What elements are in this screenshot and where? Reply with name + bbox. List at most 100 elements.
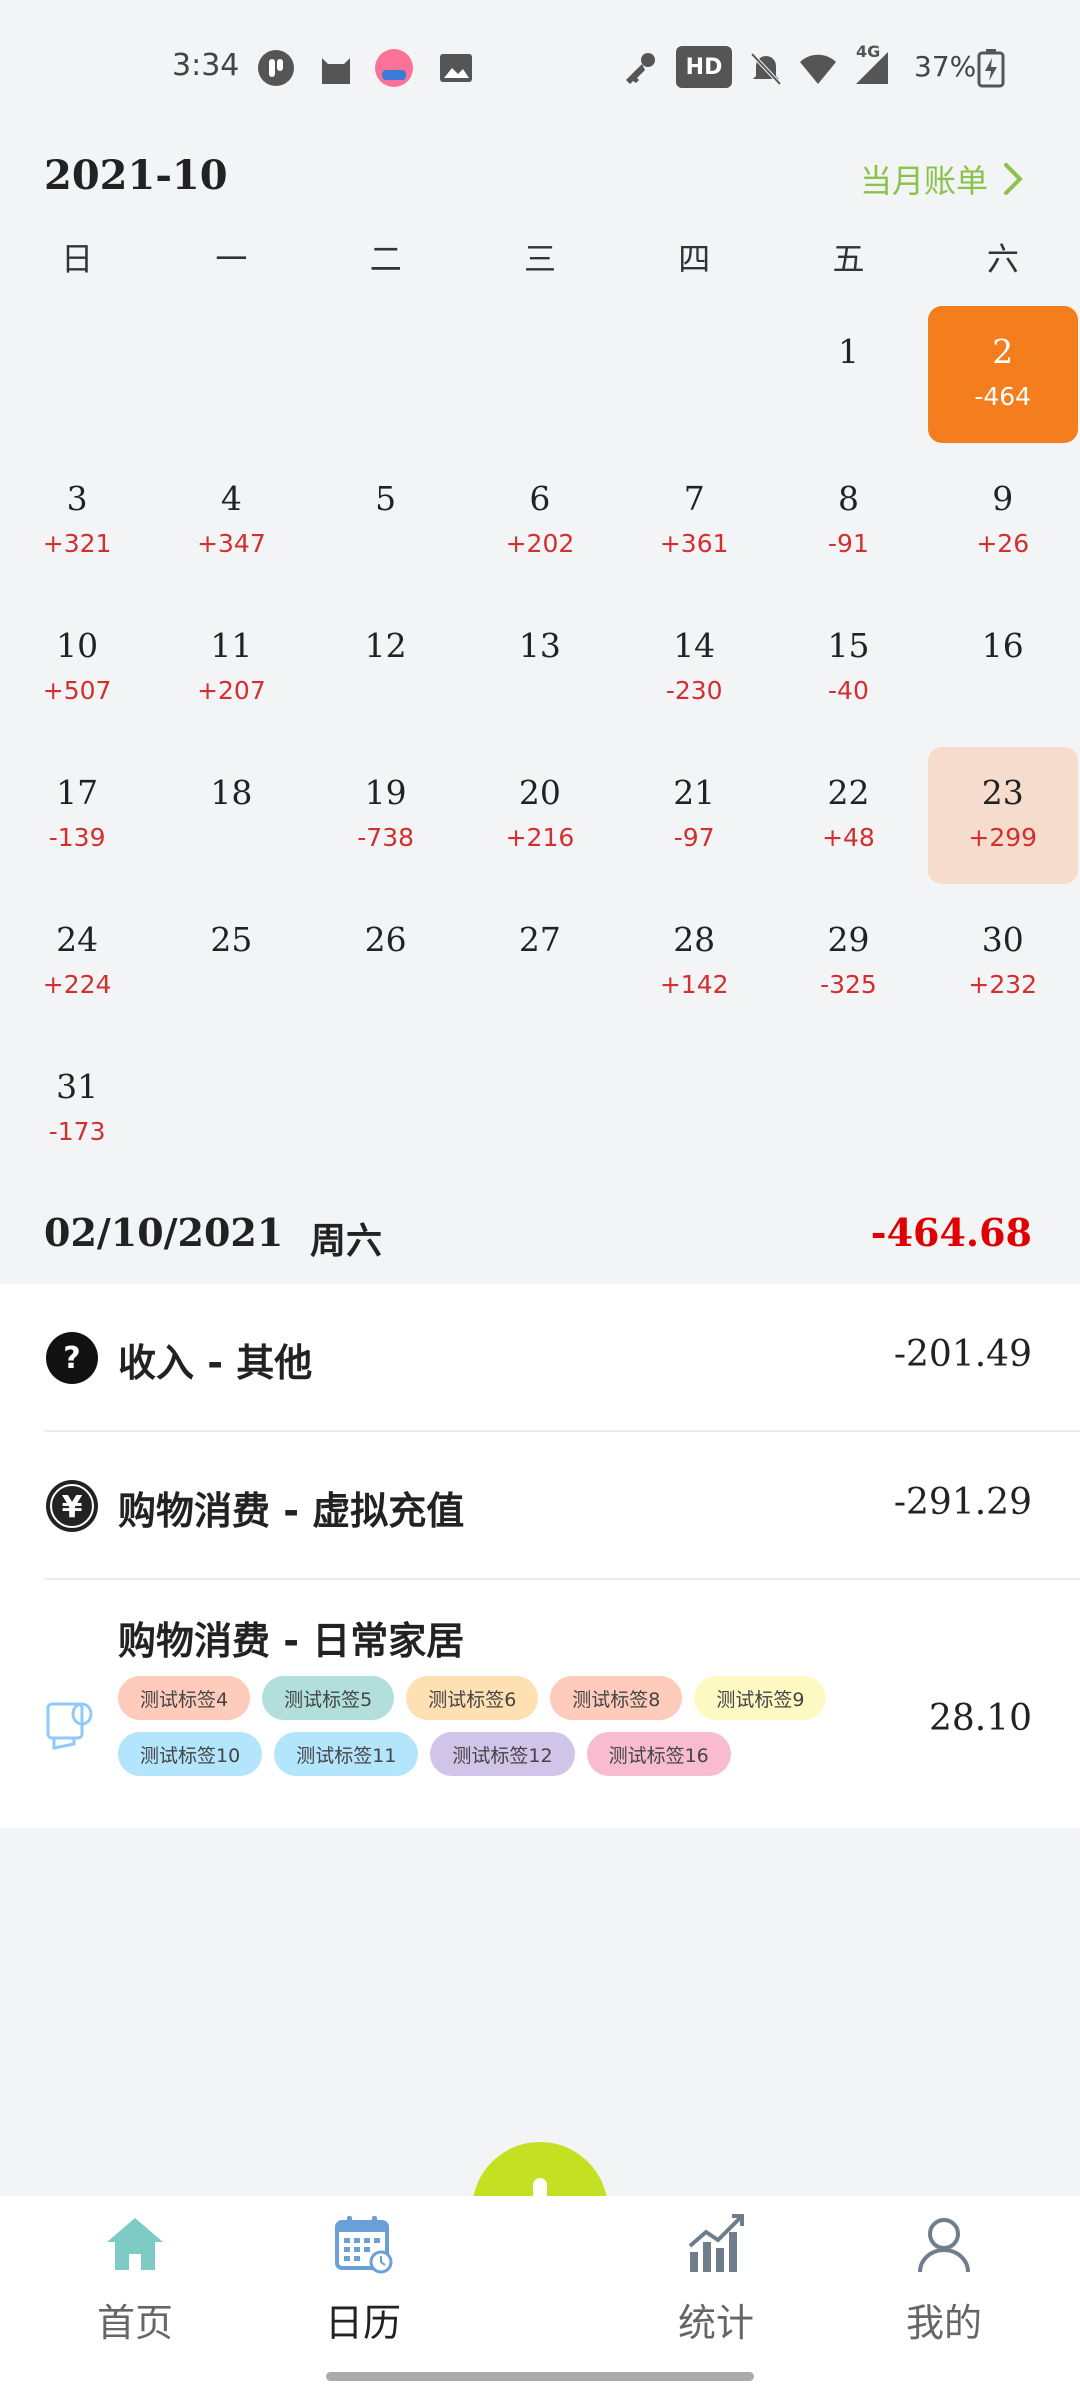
tag-chip: 测试标签12 xyxy=(430,1732,575,1776)
calendar-day[interactable]: 11 +207 xyxy=(156,600,306,737)
tag-chip: 测试标签11 xyxy=(274,1732,419,1776)
calendar-day[interactable]: 6 +202 xyxy=(465,453,615,590)
calendar-day[interactable]: 17 -139 xyxy=(2,747,152,884)
day-amount: -139 xyxy=(48,823,106,852)
calendar-day[interactable]: 21 -97 xyxy=(619,747,769,884)
day-number: 13 xyxy=(518,626,561,665)
selected-day-total: -464.68 xyxy=(870,1210,1032,1255)
calendar-day[interactable]: 8 -91 xyxy=(773,453,923,590)
transaction-row[interactable]: ¥ 购物消费 - 虚拟充值 -291.29 xyxy=(0,1432,1080,1580)
nav-calendar[interactable]: 日历 xyxy=(283,2212,443,2347)
calendar-day[interactable]: 23 +299 xyxy=(927,747,1078,884)
day-amount: +142 xyxy=(659,970,729,999)
mute-bell-icon xyxy=(750,52,782,86)
calendar-day[interactable]: 14 -230 xyxy=(619,600,769,737)
calendar-day[interactable]: 12 xyxy=(311,600,461,737)
day-amount: +507 xyxy=(42,676,112,705)
svg-text:?: ? xyxy=(63,1341,80,1376)
day-amount: +202 xyxy=(505,529,575,558)
day-amount xyxy=(465,676,615,706)
day-amount: -464 xyxy=(974,382,1032,411)
calendar-day[interactable]: 10 +507 xyxy=(2,600,152,737)
calendar-day[interactable]: 9 +26 xyxy=(928,453,1078,590)
calendar-day[interactable]: 27 xyxy=(465,894,615,1031)
calendar-day[interactable]: 7 +361 xyxy=(619,453,769,590)
monthly-bill-link[interactable]: 当月账单 xyxy=(860,156,1024,202)
transaction-row[interactable]: ? 收入 - 其他 -201.49 xyxy=(0,1284,1080,1432)
calendar-day[interactable]: 26 xyxy=(311,894,461,1031)
day-number: 11 xyxy=(210,626,253,665)
day-amount: -91 xyxy=(828,529,869,558)
transaction-row[interactable]: 购物消费 - 日常家居 28.10 测试标签4 测试标签5 测试标签6 测试标签8 测试… xyxy=(0,1580,1080,1828)
weekday-thu: 四 xyxy=(678,240,711,278)
nav-home[interactable]: 首页 xyxy=(55,2212,215,2347)
home-indicator[interactable] xyxy=(326,2372,754,2381)
transaction-title: 购物消费 - 日常家居 xyxy=(118,1619,465,1663)
calendar-day[interactable]: 24 +224 xyxy=(2,894,152,1031)
day-number: 12 xyxy=(364,626,407,665)
nav-mine[interactable]: 我的 xyxy=(864,2212,1024,2347)
weekday-sun: 日 xyxy=(61,240,94,278)
tag-chip: 测试标签9 xyxy=(694,1676,827,1720)
day-number: 17 xyxy=(56,773,99,812)
chevron-right-icon xyxy=(1004,163,1023,195)
bilibili-icon xyxy=(375,49,413,87)
day-number: 27 xyxy=(518,920,561,959)
tag-chip: 测试标签6 xyxy=(406,1676,539,1720)
calendar-day[interactable]: 5 xyxy=(311,453,461,590)
day-number: 9 xyxy=(992,479,1014,518)
nav-stats[interactable]: 统计 xyxy=(636,2212,796,2347)
calendar-day[interactable]: 22 +48 xyxy=(773,747,923,884)
transaction-title: 购物消费 - 虚拟充值 xyxy=(118,1489,465,1533)
calendar-day[interactable]: 1 xyxy=(773,306,923,443)
key-icon xyxy=(626,53,655,84)
day-amount: -230 xyxy=(665,676,723,705)
nav-home-label: 首页 xyxy=(96,2301,173,2345)
day-amount: +224 xyxy=(42,970,112,999)
day-number: 18 xyxy=(210,773,253,812)
calendar-day[interactable]: 29 -325 xyxy=(773,894,923,1031)
day-amount: +361 xyxy=(659,529,729,558)
calendar-day[interactable]: 30 +232 xyxy=(928,894,1078,1031)
calendar-day[interactable]: 20 +216 xyxy=(465,747,615,884)
status-bar: 3:34 HD 4G 37% xyxy=(0,0,1080,135)
month-title: 2021-10 xyxy=(44,152,228,199)
calendar-day[interactable]: 15 -40 xyxy=(773,600,923,737)
calendar-day[interactable]: 18 xyxy=(156,747,306,884)
calendar-day[interactable]: 2 -464 xyxy=(927,306,1078,443)
day-number: 6 xyxy=(529,479,551,518)
tag-chip: 测试标签8 xyxy=(550,1676,683,1720)
wifi-icon xyxy=(800,54,836,84)
calendar-day[interactable]: 4 +347 xyxy=(156,453,306,590)
day-number: 8 xyxy=(837,479,859,518)
day-amount xyxy=(928,676,1078,706)
user-icon xyxy=(918,2218,970,2273)
day-amount: +48 xyxy=(822,823,875,852)
weekday-fri: 五 xyxy=(832,240,865,278)
day-amount xyxy=(465,970,615,1000)
day-amount: -173 xyxy=(48,1117,106,1146)
day-amount xyxy=(773,382,923,412)
day-number: 30 xyxy=(981,920,1024,959)
tag-chip: 测试标签4 xyxy=(118,1676,251,1720)
day-number: 23 xyxy=(981,773,1024,812)
day-number: 7 xyxy=(683,479,705,518)
yen-icon: ¥ xyxy=(46,1480,98,1532)
calendar-day[interactable]: 13 xyxy=(465,600,615,737)
tag-list: 测试标签4 测试标签5 测试标签6 测试标签8 测试标签9 测试标签10 测试标签11 测试标… xyxy=(118,1676,868,1776)
day-amount xyxy=(156,823,306,853)
nav-mine-label: 我的 xyxy=(905,2301,982,2345)
calendar-day[interactable]: 25 xyxy=(156,894,306,1031)
network-type: 4G xyxy=(856,42,881,61)
nav-calendar-label: 日历 xyxy=(324,2301,401,2345)
battery-charging-icon xyxy=(977,49,1005,88)
calendar-day[interactable]: 16 xyxy=(928,600,1078,737)
day-number: 29 xyxy=(827,920,870,959)
calendar-day[interactable]: 3 +321 xyxy=(2,453,152,590)
day-number: 16 xyxy=(981,626,1024,665)
calendar-day[interactable]: 19 -738 xyxy=(311,747,461,884)
calendar-day[interactable]: 31 -173 xyxy=(2,1041,152,1178)
calendar-day[interactable]: 28 +142 xyxy=(619,894,769,1031)
tag-chip: 测试标签10 xyxy=(118,1732,263,1776)
question-icon: ? xyxy=(46,1332,98,1384)
